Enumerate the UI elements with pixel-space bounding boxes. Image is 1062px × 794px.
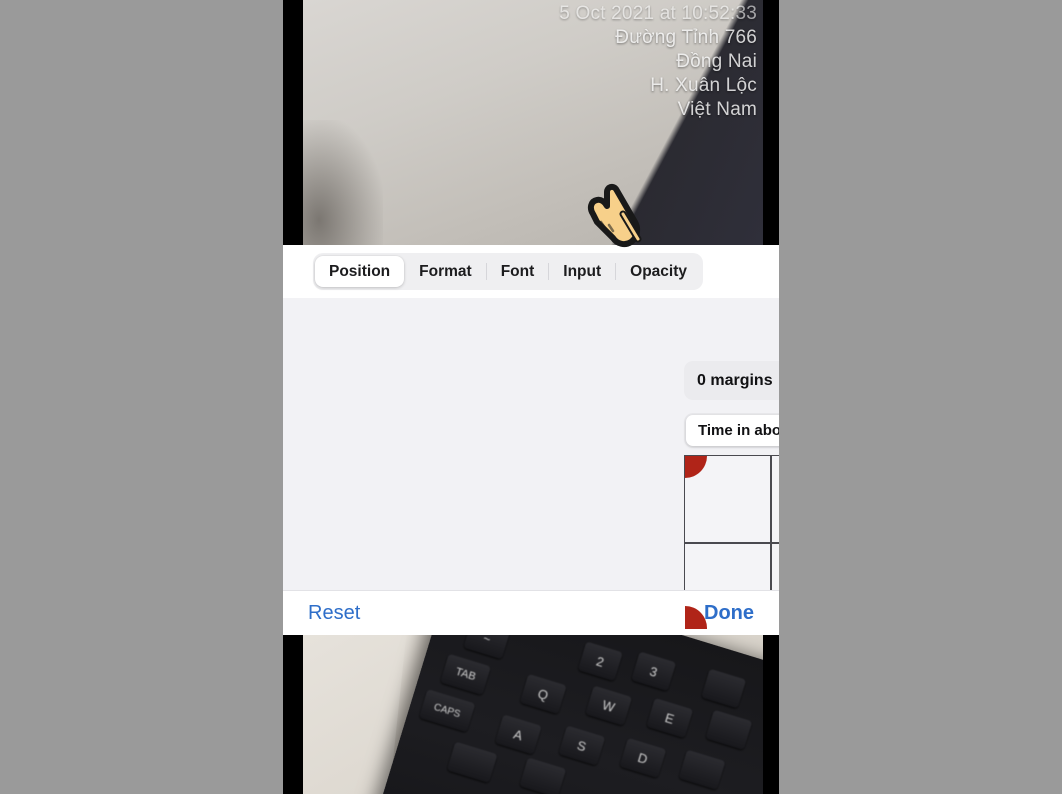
done-button[interactable]: Done [704,602,754,625]
key-blank-1 [701,668,747,709]
letterbox-right [763,0,779,245]
grid-hline-1 [685,542,779,544]
key-blank-3 [678,749,726,790]
timestamp-watermark: 5 Oct 2021 at 10:52:33 Đường Tỉnh 766 Đồ… [559,2,757,122]
margins-select[interactable]: 0 margins [684,361,779,400]
key-d: D [619,737,667,779]
key-caps: CAPS [418,689,476,733]
key-3: 3 [631,651,677,692]
tab-opacity[interactable]: Opacity [616,256,701,287]
tab-position[interactable]: Position [315,256,405,287]
tab-format[interactable]: Format [405,256,486,287]
key-2: 2 [577,641,623,682]
tab-position-label: Position [329,262,391,280]
key-tab: TAB [440,653,491,696]
key-w: W [585,685,633,726]
screenshot-root: 5 Oct 2021 at 10:52:33 Đường Tỉnh 766 Đồ… [0,0,1062,794]
letterbox-left-bottom [283,635,303,794]
watermark-line-country: Việt Nam [677,99,757,120]
phone-screen: 5 Oct 2021 at 10:52:33 Đường Tỉnh 766 Đồ… [283,0,779,794]
segment-time-in-above[interactable]: Time in above [686,415,779,446]
time-placement-segmented-control[interactable]: Time in above Time in below [684,413,779,448]
tabbar-container: Position Format Font Input Opacity [283,245,779,298]
margins-select-value: 0 margins [697,371,773,389]
watermark-line-datetime: 5 Oct 2021 at 10:52:33 [559,3,757,24]
key-s: S [558,725,606,766]
tab-font[interactable]: Font [487,256,549,287]
key-a: A [494,714,542,755]
tab-input-label: Input [563,262,602,280]
reset-button[interactable]: Reset [308,602,360,625]
tab-opacity-label: Opacity [630,262,687,280]
letterbox-left [283,0,303,245]
letterbox-right-bottom [763,635,779,794]
wall-shadow [303,120,383,245]
editor-tabbar[interactable]: Position Format Font Input Opacity [313,253,703,290]
tab-format-label: Format [419,262,472,280]
segment-time-in-above-label: Time in above [698,422,779,439]
key-tilde: ~ [463,635,511,660]
position-editor-panel: Position Format Font Input Opacity 0 mar… [283,245,779,635]
key-q: Q [519,673,567,715]
tab-input[interactable]: Input [549,256,615,287]
video-preview-bottom[interactable]: TAB CAPS ~ 2 3 Q W E A S D [283,635,779,794]
key-blank-5 [519,757,567,794]
video-preview-top[interactable]: 5 Oct 2021 at 10:52:33 Đường Tỉnh 766 Đồ… [283,0,779,245]
key-blank-2 [705,709,753,751]
tab-font-label: Font [500,262,535,280]
position-tab-body: 0 margins Time in above Time in below [283,298,779,635]
key-e: E [646,697,694,739]
watermark-line-district: H. Xuân Lộc [650,75,757,96]
watermark-line-street: Đường Tỉnh 766 [615,27,757,48]
watermark-line-province: Đồng Nai [676,51,757,72]
keyboard-photo: TAB CAPS ~ 2 3 Q W E A S D [303,635,763,794]
key-blank-4 [446,741,498,784]
